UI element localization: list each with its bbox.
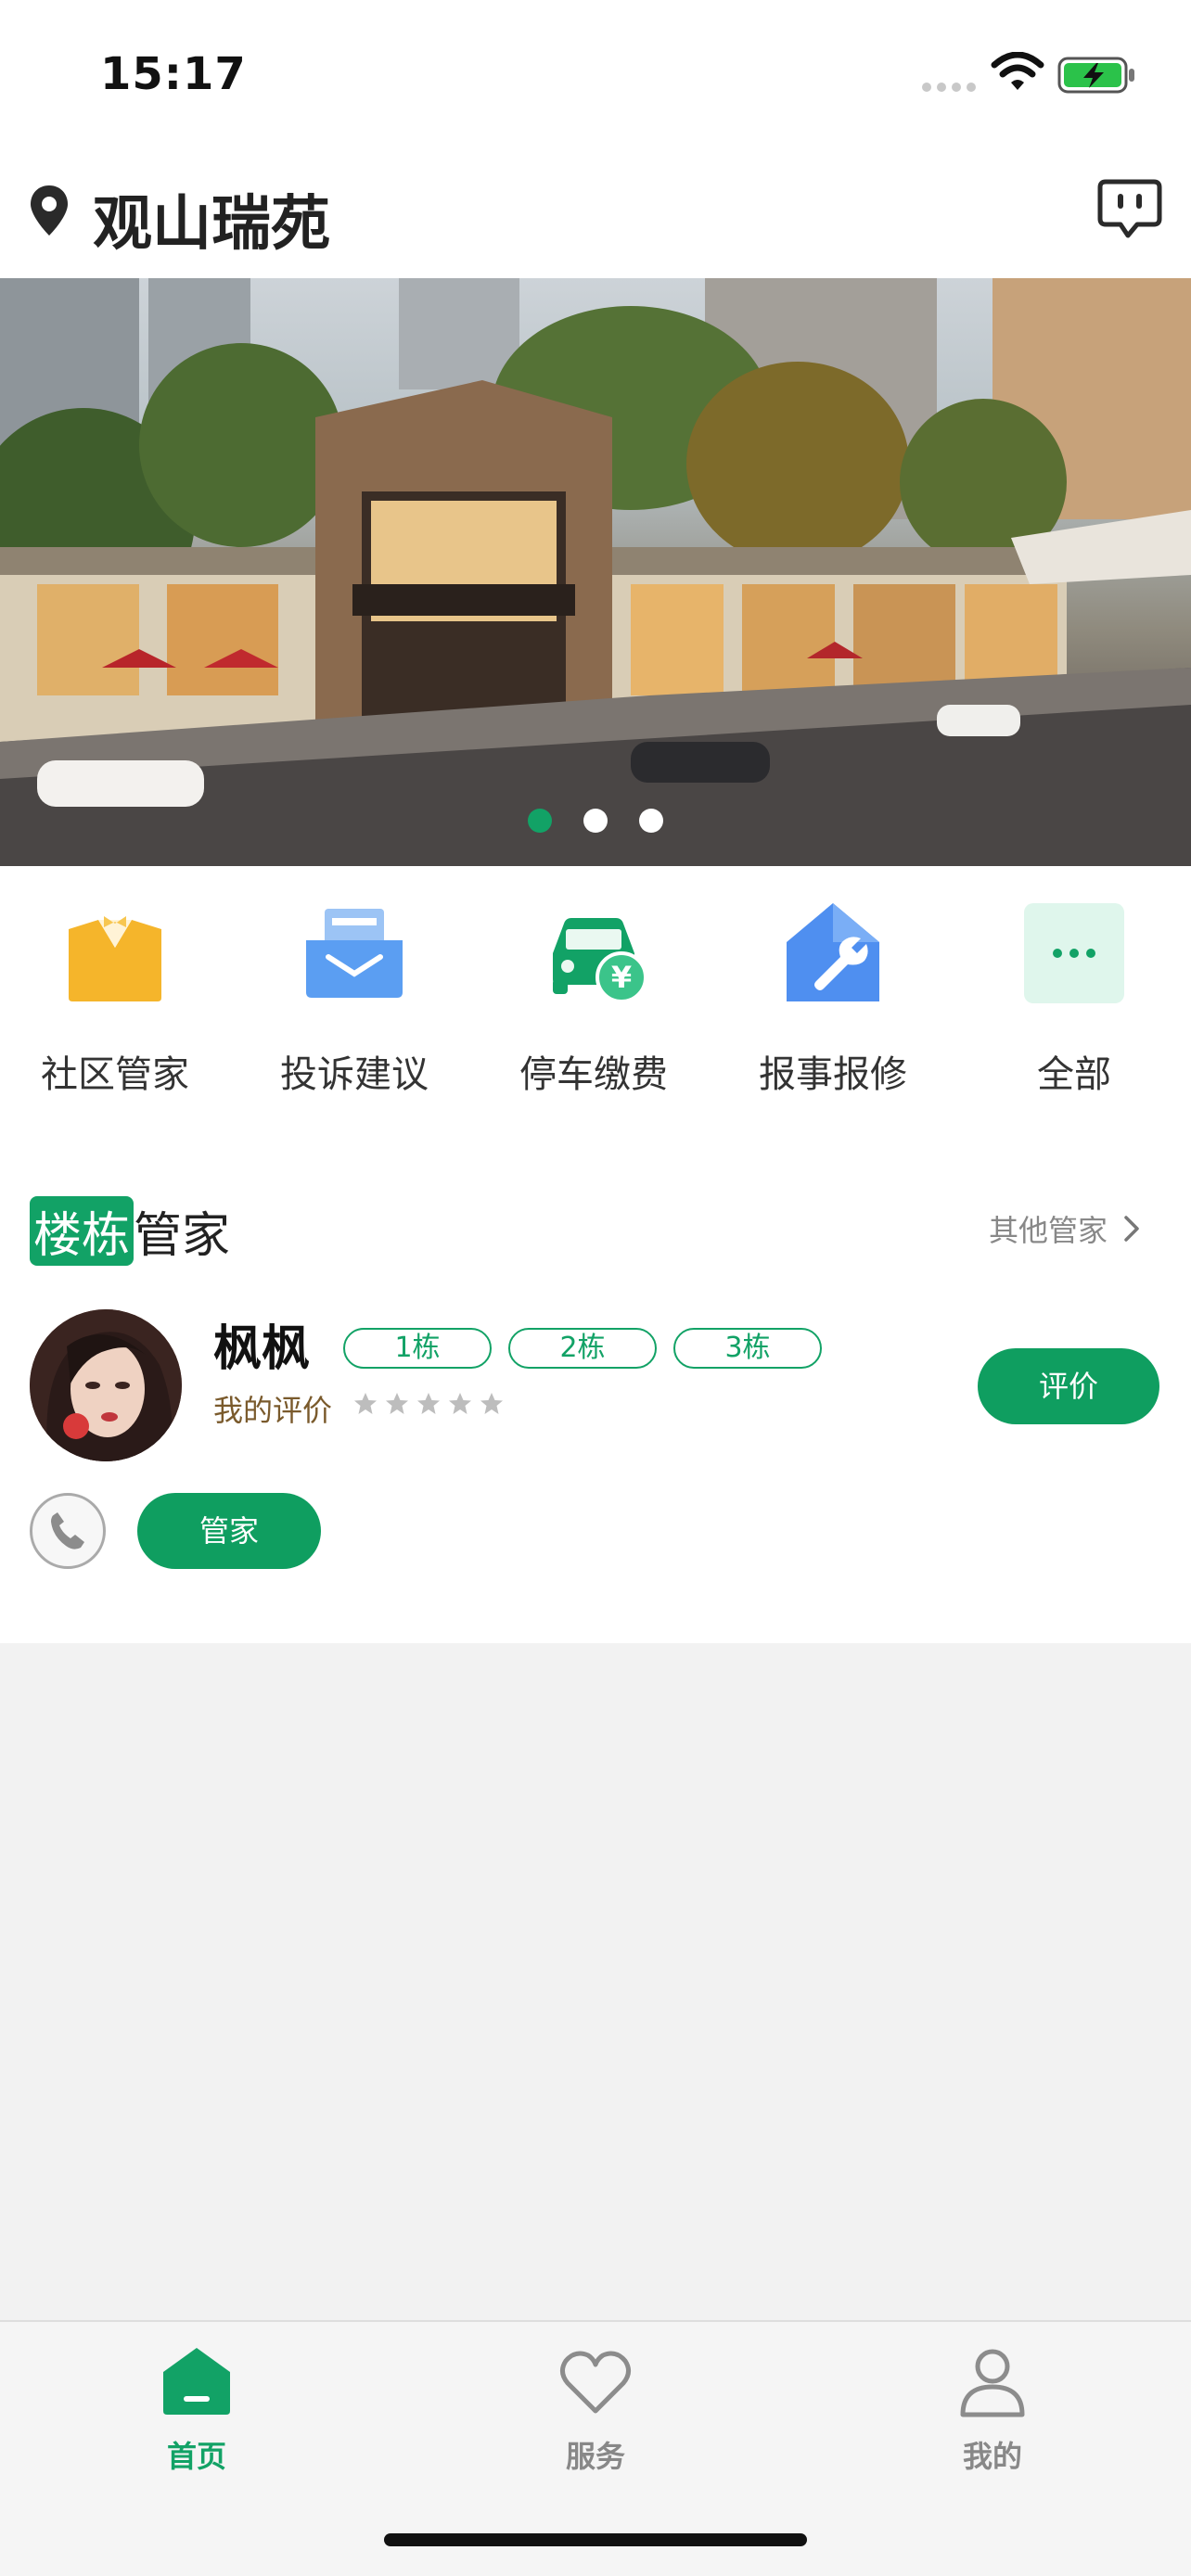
location-title[interactable]: 观山瑞苑 [93,176,330,261]
tab-home[interactable]: 首页 [104,2344,289,2476]
svg-text:¥: ¥ [611,960,632,995]
tab-label: 首页 [166,2439,226,2474]
chevron-right-icon [1124,1216,1139,1242]
avatar-image [30,1309,182,1461]
menu-label: 投诉建议 [280,1053,429,1096]
home-icon [163,2348,230,2415]
menu-item-butler[interactable]: 社区管家 [4,899,226,1098]
cellular-signal-icon [922,83,976,92]
star-icon[interactable] [352,1391,378,1417]
call-button[interactable] [30,1493,106,1569]
section-title: 楼栋 管家 [30,1196,230,1266]
heart-icon [560,2351,631,2414]
repair-wrench-icon [787,903,879,1001]
menu-item-all[interactable]: 全部 [963,899,1185,1098]
tab-mine[interactable]: 我的 [900,2344,1085,2476]
banner-dot[interactable] [639,809,663,833]
star-icon[interactable] [416,1391,442,1417]
building-tag: 2栋 [508,1328,657,1369]
tab-label: 服务 [565,2439,625,2474]
steward-name: 枫枫 [213,1321,311,1377]
steward-role-button[interactable]: 管家 [137,1493,321,1569]
status-time: 15:17 [100,48,247,100]
rating-label: 我的评价 [213,1393,333,1428]
building-tags: 1栋 2栋 3栋 [343,1328,822,1369]
wifi-icon [991,52,1044,90]
complaint-tray-icon [306,909,403,998]
menu-label: 社区管家 [41,1053,189,1096]
map-pin-icon[interactable] [28,184,70,237]
phone-icon [51,1512,84,1549]
building-tag: 3栋 [673,1328,822,1369]
building-tag: 1栋 [343,1328,492,1369]
menu-label: 全部 [1037,1053,1111,1096]
menu-item-complaint[interactable]: 投诉建议 [243,899,466,1098]
menu-label: 停车缴费 [519,1053,668,1096]
parking-fee-icon: ¥ [553,918,647,1003]
promo-banner[interactable] [0,278,1191,866]
home-indicator [384,2533,807,2546]
battery-charging-icon [1057,57,1134,94]
star-icon[interactable] [384,1391,410,1417]
rating-stars [352,1391,505,1417]
other-stewards-link[interactable]: 其他管家 [989,1207,1141,1250]
tab-label: 我的 [962,2439,1022,2474]
menu-item-parking[interactable]: ¥ 停车缴费 [482,899,705,1098]
chat-bubble-icon[interactable] [1096,178,1163,241]
star-icon[interactable] [479,1391,505,1417]
tab-services[interactable]: 服务 [503,2344,688,2476]
banner-dot[interactable] [583,809,608,833]
section-title-rest: 管家 [134,1208,231,1264]
user-icon [960,2349,1025,2417]
banner-dot[interactable] [528,809,552,833]
star-icon[interactable] [447,1391,473,1417]
menu-item-repair[interactable]: 报事报修 [722,899,944,1098]
butler-icon [69,916,161,1001]
menu-label: 报事报修 [759,1053,907,1096]
steward-avatar[interactable] [30,1309,182,1461]
banner-pagination [0,809,1191,833]
more-dots-icon [1024,903,1124,1003]
rate-button[interactable]: 评价 [978,1348,1159,1424]
other-stewards-label: 其他管家 [989,1213,1108,1248]
section-title-highlight: 楼栋 [30,1196,134,1266]
quick-menu: 社区管家 投诉建议 ¥ 停车缴费 报事报修 全部 [0,899,1191,1122]
banner-image [0,278,1191,866]
